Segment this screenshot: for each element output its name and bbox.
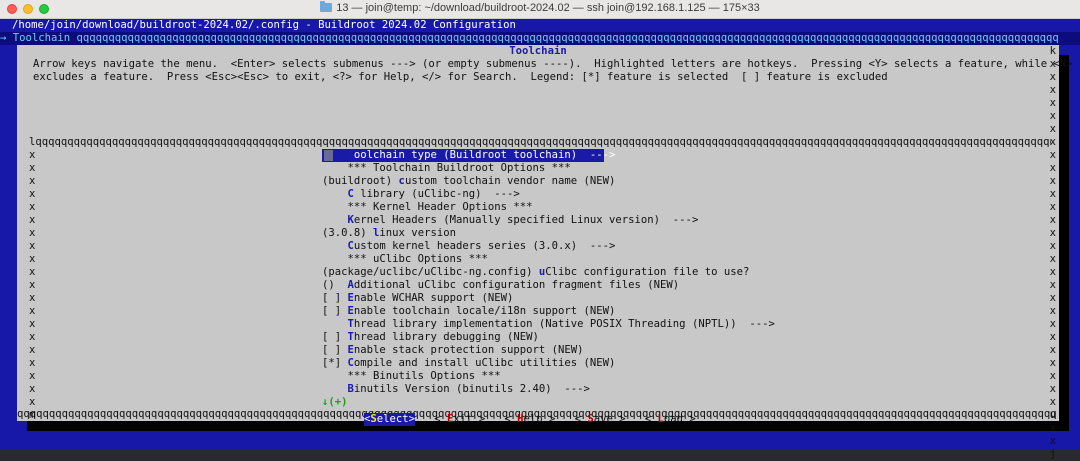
button-save[interactable]: < Save > xyxy=(575,413,626,426)
menu-box-left-border: x x x x x x x x x x x x x x x x x x x x … xyxy=(29,149,36,421)
menu-item[interactable]: Custom kernel headers series (3.0.x) ---… xyxy=(322,240,775,253)
button-select[interactable]: <Select> xyxy=(364,413,416,426)
menu-item[interactable]: *** Binutils Options *** xyxy=(322,370,775,383)
menu-item[interactable]: Toolchain type (Buildroot toolchain) ---… xyxy=(322,149,775,162)
menu-item-label: *** Toolchain Buildroot Options *** xyxy=(322,162,571,174)
menu-item-label: [ ] Enable stack protection support (NEW… xyxy=(322,344,584,356)
menu-item[interactable]: *** Toolchain Buildroot Options *** xyxy=(322,162,775,175)
menu-item-label: [*] Compile and install uClibc utilities… xyxy=(322,357,616,369)
menu-item-label: *** uClibc Options *** xyxy=(322,253,488,265)
menu-item[interactable]: C library (uClibc-ng) ---> xyxy=(322,188,775,201)
terminal[interactable]: /home/join/download/buildroot-2024.02/.c… xyxy=(0,19,1080,460)
menu-list: Toolchain type (Buildroot toolchain) ---… xyxy=(322,149,775,409)
button-bar: <Select> < Exit > < Help > < Save > < Lo… xyxy=(364,413,696,426)
menu-item-label: Toolchain type (Buildroot toolchain) ---… xyxy=(347,149,616,161)
menu-item-label: Thread library implementation (Native PO… xyxy=(347,318,775,330)
menu-item-label: C library (uClibc-ng) ---> xyxy=(347,188,520,200)
button-load[interactable]: < Load > xyxy=(645,413,696,426)
menu-item[interactable]: [ ] Thread library debugging (NEW) xyxy=(322,331,775,344)
menu-item[interactable]: Thread library implementation (Native PO… xyxy=(322,318,775,331)
button-help[interactable]: < Help > xyxy=(504,413,555,426)
menu-item[interactable]: [ ] Enable stack protection support (NEW… xyxy=(322,344,775,357)
menu-item-label: Kernel Headers (Manually specified Linux… xyxy=(347,214,699,226)
folder-icon xyxy=(320,1,333,12)
menu-item[interactable]: [ ] Enable WCHAR support (NEW) xyxy=(322,292,775,305)
menu-item-label: *** Binutils Options *** xyxy=(322,370,501,382)
menu-item[interactable]: (3.0.8) linux version xyxy=(322,227,775,240)
breadcrumb-bar: → Toolchain qqqqqqqqqqqqqqqqqqqqqqqqqqqq… xyxy=(0,32,1080,45)
menu-item[interactable]: Binutils Version (binutils 2.40) ---> xyxy=(322,383,775,396)
menu-item[interactable]: *** uClibc Options *** xyxy=(322,253,775,266)
menu-item[interactable]: () Additional uClibc configuration fragm… xyxy=(322,279,775,292)
menu-item-label: Custom kernel headers series (3.0.x) ---… xyxy=(347,240,616,252)
menu-item[interactable]: Kernel Headers (Manually specified Linux… xyxy=(322,214,775,227)
window-title: 13 — join@temp: ~/download/buildroot-202… xyxy=(336,2,760,14)
help-text-line-2: excludes a feature. Press <Esc><Esc> to … xyxy=(33,71,888,83)
config-path-line: /home/join/download/buildroot-2024.02/.c… xyxy=(12,19,516,31)
dialog-shadow-right xyxy=(1059,55,1069,431)
menu-item-label: [ ] Enable WCHAR support (NEW) xyxy=(322,292,514,304)
menu-item-label: *** Kernel Header Options *** xyxy=(322,201,533,213)
menu-item[interactable]: *** Kernel Header Options *** xyxy=(322,201,775,214)
button-exit[interactable]: < Exit > xyxy=(434,413,485,426)
menu-item-label: (package/uclibc/uClibc-ng.config) uClibc… xyxy=(322,266,750,278)
menu-item[interactable]: [*] Compile and install uClibc utilities… xyxy=(322,357,775,370)
help-text-line-1: Arrow keys navigate the menu. <Enter> se… xyxy=(33,58,1073,70)
menu-item-label: Binutils Version (binutils 2.40) ---> xyxy=(347,383,590,395)
menu-item-label: () Additional uClibc configuration fragm… xyxy=(322,279,680,291)
menu-item-label: [ ] Thread library debugging (NEW) xyxy=(322,331,539,343)
menu-item[interactable]: (buildroot) custom toolchain vendor name… xyxy=(322,175,775,188)
menu-item-label: (3.0.8) linux version xyxy=(322,227,456,239)
menu-item[interactable]: [ ] Enable toolchain locale/i18n support… xyxy=(322,305,775,318)
window-titlebar: 13 — join@temp: ~/download/buildroot-202… xyxy=(0,0,1080,19)
dialog-title: Toolchain xyxy=(509,45,567,57)
menu-item-label: (buildroot) custom toolchain vendor name… xyxy=(322,175,616,187)
window-title-container: 13 — join@temp: ~/download/buildroot-202… xyxy=(0,1,1080,14)
dialog-right-border: k x x x x x x x x x x x x x x x x x x x … xyxy=(1049,45,1056,460)
menuconfig-dialog: Toolchain Arrow keys navigate the menu. … xyxy=(17,45,1073,460)
menu-box-top-border: lqqqqqqqqqqqqqqqqqqqqqqqqqqqqqqqqqqqqqqq… xyxy=(29,136,1051,148)
menu-item[interactable]: (package/uclibc/uClibc-ng.config) uClibc… xyxy=(322,266,775,279)
menu-item-label: [ ] Enable toolchain locale/i18n support… xyxy=(322,305,616,317)
